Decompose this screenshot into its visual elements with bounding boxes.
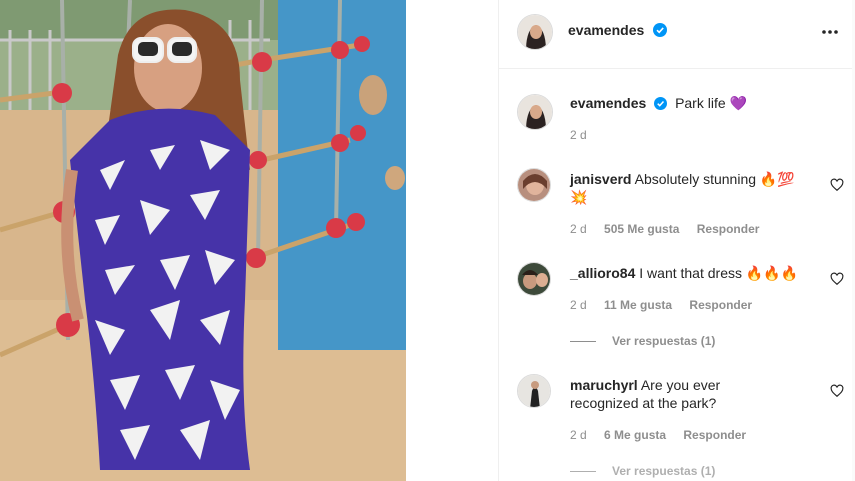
post-photo xyxy=(0,0,406,481)
view-replies-label: Ver respuestas (1) xyxy=(612,464,716,478)
more-options-icon[interactable] xyxy=(820,22,840,42)
caption-avatar[interactable] xyxy=(517,94,553,130)
commenter-avatar[interactable] xyxy=(517,374,551,408)
post-header: evamendes xyxy=(499,0,855,69)
comment-likes[interactable]: 11 Me gusta xyxy=(604,298,672,312)
caption-emoji: 💜 xyxy=(729,95,747,111)
heart-outline-icon[interactable] xyxy=(830,272,844,286)
caption-text: Park life xyxy=(675,95,726,111)
content-gap xyxy=(406,0,498,481)
comment-text-line2: recognized at the park? xyxy=(570,395,717,411)
replies-divider xyxy=(570,341,596,343)
comment-time: 2 d xyxy=(570,298,587,312)
reply-button[interactable]: Responder xyxy=(697,222,760,236)
view-replies-label: Ver respuestas (1) xyxy=(612,334,716,348)
comment-text-line1: Are you ever xyxy=(640,377,721,393)
comment-text: I want that dress 🔥🔥🔥 xyxy=(639,265,799,281)
heart-outline-icon[interactable] xyxy=(830,178,844,192)
heart-outline-icon[interactable] xyxy=(830,384,844,398)
comment-likes[interactable]: 505 Me gusta xyxy=(604,222,679,236)
author-avatar[interactable] xyxy=(517,14,553,50)
comment-username[interactable]: janisverd xyxy=(570,171,631,187)
reply-button[interactable]: Responder xyxy=(683,428,746,442)
comment-time: 2 d xyxy=(570,222,587,236)
reply-button[interactable]: Responder xyxy=(689,298,752,312)
view-replies-button[interactable]: Ver respuestas (1) xyxy=(570,464,715,478)
view-replies-button[interactable]: Ver respuestas (1) xyxy=(570,334,715,348)
comment-username[interactable]: maruchyrl xyxy=(570,377,638,393)
verified-badge-icon xyxy=(652,23,667,37)
post-image xyxy=(0,0,406,481)
commenter-avatar[interactable] xyxy=(517,262,551,296)
comment-likes[interactable]: 6 Me gusta xyxy=(604,428,666,442)
comments-panel: evamendes evamendes Park life 💜 2 d jani… xyxy=(498,0,855,481)
caption-time: 2 d xyxy=(570,128,587,142)
caption-username[interactable]: evamendes xyxy=(570,95,646,111)
comment-username[interactable]: _allioro84 xyxy=(570,265,635,281)
commenter-avatar[interactable] xyxy=(517,168,551,202)
verified-badge-icon xyxy=(654,97,668,110)
replies-divider xyxy=(570,471,596,473)
author-username[interactable]: evamendes xyxy=(568,22,644,38)
comment-time: 2 d xyxy=(570,428,587,442)
